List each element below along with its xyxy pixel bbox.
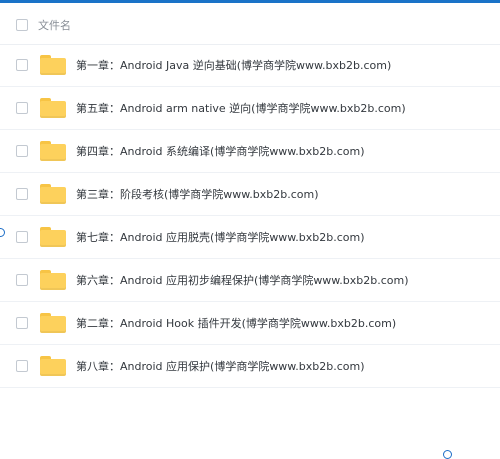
file-list: 第一章：Android Java 逆向基础(博学商学院www.bxb2b.com… xyxy=(0,44,500,388)
list-item[interactable]: 第二章：Android Hook 插件开发(博学商学院www.bxb2b.com… xyxy=(0,302,500,345)
folder-icon xyxy=(40,98,66,118)
folder-icon xyxy=(40,141,66,161)
file-name[interactable]: 第七章：Android 应用脱壳(博学商学院www.bxb2b.com) xyxy=(76,229,365,245)
folder-icon xyxy=(40,55,66,75)
file-name[interactable]: 第二章：Android Hook 插件开发(博学商学院www.bxb2b.com… xyxy=(76,315,396,331)
folder-icon xyxy=(40,227,66,247)
row-checkbox[interactable] xyxy=(16,231,28,243)
top-accent-line xyxy=(0,0,500,3)
row-checkbox[interactable] xyxy=(16,317,28,329)
filename-column-header[interactable]: 文件名 xyxy=(38,17,71,33)
file-name[interactable]: 第四章：Android 系统编译(博学商学院www.bxb2b.com) xyxy=(76,143,365,159)
list-item[interactable]: 第八章：Android 应用保护(博学商学院www.bxb2b.com) xyxy=(0,345,500,388)
row-checkbox[interactable] xyxy=(16,188,28,200)
file-name[interactable]: 第五章：Android arm native 逆向(博学商学院www.bxb2b… xyxy=(76,100,406,116)
file-name[interactable]: 第八章：Android 应用保护(博学商学院www.bxb2b.com) xyxy=(76,358,365,374)
row-checkbox[interactable] xyxy=(16,145,28,157)
folder-icon xyxy=(40,184,66,204)
file-name[interactable]: 第六章：Android 应用初步编程保护(博学商学院www.bxb2b.com) xyxy=(76,272,409,288)
file-name[interactable]: 第一章：Android Java 逆向基础(博学商学院www.bxb2b.com… xyxy=(76,57,391,73)
row-checkbox[interactable] xyxy=(16,360,28,372)
list-item[interactable]: 第七章：Android 应用脱壳(博学商学院www.bxb2b.com) xyxy=(0,216,500,259)
list-item[interactable]: 第四章：Android 系统编译(博学商学院www.bxb2b.com) xyxy=(0,130,500,173)
list-item[interactable]: 第三章：阶段考核(博学商学院www.bxb2b.com) xyxy=(0,173,500,216)
row-checkbox[interactable] xyxy=(16,274,28,286)
row-checkbox[interactable] xyxy=(16,59,28,71)
list-item[interactable]: 第一章：Android Java 逆向基础(博学商学院www.bxb2b.com… xyxy=(0,44,500,87)
select-all-checkbox[interactable] xyxy=(16,19,28,31)
row-checkbox[interactable] xyxy=(16,102,28,114)
folder-icon xyxy=(40,313,66,333)
cursor-ring-icon xyxy=(443,450,452,459)
folder-icon xyxy=(40,270,66,290)
file-name[interactable]: 第三章：阶段考核(博学商学院www.bxb2b.com) xyxy=(76,186,319,202)
file-list-header: 文件名 xyxy=(0,6,500,45)
folder-icon xyxy=(40,356,66,376)
list-item[interactable]: 第六章：Android 应用初步编程保护(博学商学院www.bxb2b.com) xyxy=(0,259,500,302)
list-item[interactable]: 第五章：Android arm native 逆向(博学商学院www.bxb2b… xyxy=(0,87,500,130)
